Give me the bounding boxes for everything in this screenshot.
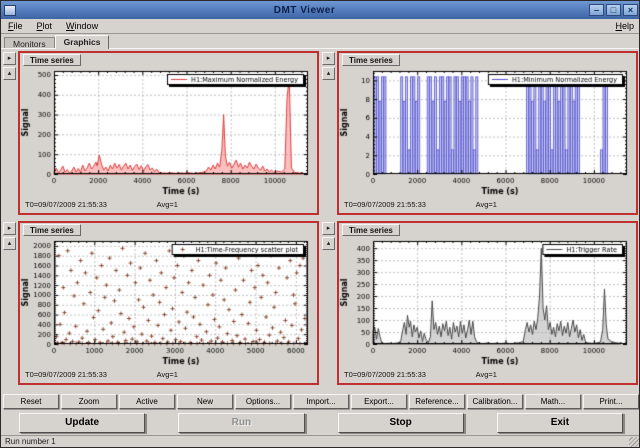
pad-up-icon[interactable]: ▴	[3, 67, 16, 80]
plot-tab[interactable]: Time series	[342, 54, 400, 66]
minimize-icon[interactable]: –	[589, 4, 604, 16]
chart-canvas-max-energy[interactable]	[20, 66, 317, 199]
plot-toolbar: Reset Zoom Active New Options... Import.…	[1, 393, 640, 410]
pad-up-icon[interactable]: ▴	[322, 237, 335, 250]
status-bar: Run number 1	[1, 435, 640, 448]
quadrant-top-left: ▸ ▴ Time series T0=09/07/2009 21:55:33 A…	[3, 51, 319, 215]
update-button[interactable]: Update	[19, 413, 145, 433]
stop-button[interactable]: Stop	[338, 413, 464, 433]
title-bar[interactable]: DMT Viewer – □ ×	[1, 1, 640, 19]
plot-pad: Time series T0=09/07/2009 21:55:33 Avg=1	[337, 221, 638, 385]
plot-footer: T0=09/07/2009 21:55:33 Avg=1	[20, 370, 317, 382]
plot-tab[interactable]: Time series	[23, 54, 81, 66]
status-text: Run number 1	[5, 437, 56, 446]
avg-label: Avg=1	[476, 200, 497, 209]
t0-label: T0=09/07/2009 21:55:33	[25, 370, 107, 379]
pad-expand-icon[interactable]: ▸	[3, 222, 16, 235]
zoom-button[interactable]: Zoom	[61, 394, 117, 409]
avg-label: Avg=1	[157, 370, 178, 379]
menu-help[interactable]: Help	[608, 20, 640, 32]
resize-grip[interactable]	[629, 437, 640, 448]
pad-expand-icon[interactable]: ▸	[322, 222, 335, 235]
reset-button[interactable]: Reset	[3, 394, 59, 409]
quadrant-bottom-right: ▸ ▴ Time series T0=09/07/2009 21:55:33 A…	[322, 221, 638, 385]
window-icon	[4, 5, 16, 16]
active-button[interactable]: Active	[119, 394, 175, 409]
t0-label: T0=09/07/2009 21:55:33	[344, 200, 426, 209]
t0-label: T0=09/07/2009 21:55:33	[344, 370, 426, 379]
plot-pad: Time series T0=09/07/2009 21:55:33 Avg=1	[337, 51, 638, 215]
menu-bar: File Plot Window Help	[1, 19, 640, 34]
exit-button[interactable]: Exit	[497, 413, 623, 433]
plot-tab[interactable]: Time series	[23, 224, 81, 236]
close-icon[interactable]: ×	[623, 4, 638, 16]
reference-button[interactable]: Reference...	[409, 394, 465, 409]
chart-canvas-min-energy[interactable]	[339, 66, 636, 199]
options-button[interactable]: Options...	[235, 394, 291, 409]
plot-footer: T0=09/07/2009 21:55:33 Avg=1	[339, 200, 636, 212]
quadrant-bottom-left: ▸ ▴ Time series T0=09/07/2009 21:55:33 A…	[3, 221, 319, 385]
dmt-viewer-window: DMT Viewer – □ × File Plot Window Help M…	[0, 0, 640, 448]
calibration-button[interactable]: Calibration...	[467, 394, 523, 409]
plot-footer: T0=09/07/2009 21:55:33 Avg=1	[20, 200, 317, 212]
plot-footer: T0=09/07/2009 21:55:33 Avg=1	[339, 370, 636, 382]
print-button[interactable]: Print...	[583, 394, 639, 409]
avg-label: Avg=1	[157, 200, 178, 209]
avg-label: Avg=1	[476, 370, 497, 379]
pad-expand-icon[interactable]: ▸	[322, 52, 335, 65]
run-button: Run	[178, 413, 304, 433]
export-button[interactable]: Export...	[351, 394, 407, 409]
import-button[interactable]: Import...	[293, 394, 349, 409]
chart-canvas-tf-scatter[interactable]	[20, 236, 317, 369]
menu-file[interactable]: File	[1, 20, 30, 32]
pad-up-icon[interactable]: ▴	[322, 67, 335, 80]
menu-plot[interactable]: Plot	[30, 20, 60, 32]
menu-window[interactable]: Window	[59, 20, 105, 32]
maximize-icon[interactable]: □	[606, 4, 621, 16]
t0-label: T0=09/07/2009 21:55:33	[25, 200, 107, 209]
math-button[interactable]: Math...	[525, 394, 581, 409]
window-title: DMT Viewer	[20, 5, 589, 16]
tab-graphics[interactable]: Graphics	[55, 35, 110, 49]
quadrant-top-right: ▸ ▴ Time series T0=09/07/2009 21:55:33 A…	[322, 51, 638, 215]
chart-canvas-trigger-rate[interactable]	[339, 236, 636, 369]
plot-pad: Time series T0=09/07/2009 21:55:33 Avg=1	[18, 221, 319, 385]
plot-pad: Time series T0=09/07/2009 21:55:33 Avg=1	[18, 51, 319, 215]
plot-tab[interactable]: Time series	[342, 224, 400, 236]
pad-expand-icon[interactable]: ▸	[3, 52, 16, 65]
new-button[interactable]: New	[177, 394, 233, 409]
pad-up-icon[interactable]: ▴	[3, 237, 16, 250]
tab-bar: Monitors Graphics	[1, 34, 640, 49]
action-row: Update Run Stop Exit	[1, 413, 640, 433]
